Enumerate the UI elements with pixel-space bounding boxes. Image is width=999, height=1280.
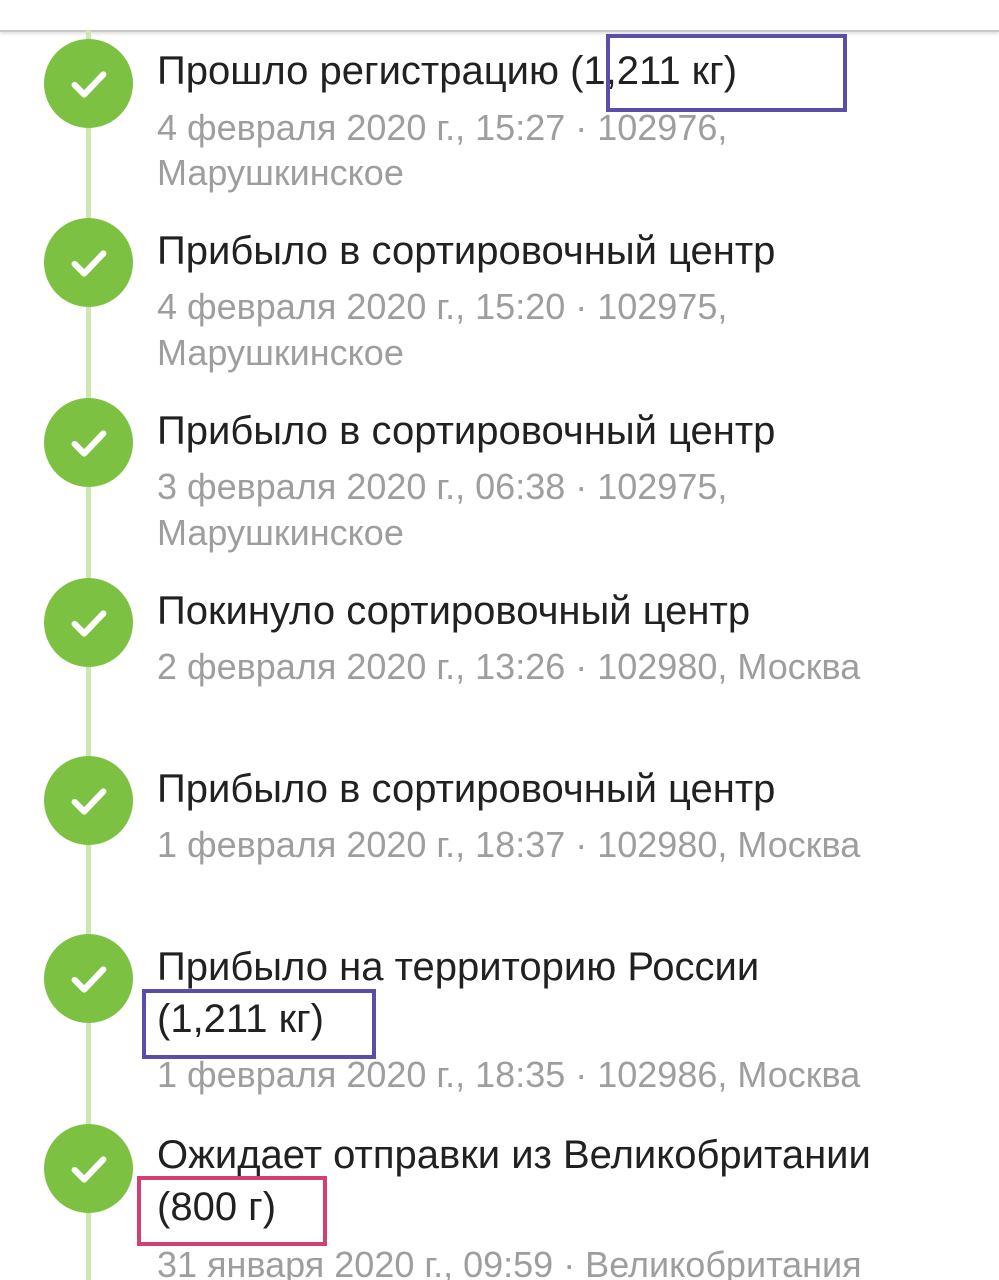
- event-date-location: 4 февраля 2020 г., 15:20 · 102975,: [157, 286, 728, 327]
- weight-highlight-box: [142, 989, 376, 1059]
- top-divider: [0, 0, 999, 32]
- check-icon: [44, 934, 133, 1023]
- check-icon: [44, 756, 133, 845]
- event-location: Марушкинское: [157, 152, 404, 193]
- event-title: Прибыло в сортировочный центр: [157, 229, 776, 273]
- event-title: Покинуло сортировочный центр: [157, 589, 751, 633]
- event-date-location: 31 января 2020 г., 09:59 · Великобритани…: [157, 1244, 862, 1280]
- check-icon: [44, 398, 133, 487]
- event-location: Марушкинское: [157, 332, 404, 373]
- check-icon: [44, 39, 133, 128]
- event-title: Прибыло на территорию России: [157, 945, 760, 989]
- weight-highlight-box: [137, 1176, 327, 1246]
- event-title: Прибыло в сортировочный центр: [157, 767, 776, 811]
- weight-highlight-box: [606, 34, 847, 112]
- event-date-location: 1 февраля 2020 г., 18:37 · 102980, Москв…: [157, 824, 861, 865]
- event-location: Марушкинское: [157, 512, 404, 553]
- event-title: Прибыло в сортировочный центр: [157, 409, 776, 453]
- check-icon: [44, 578, 133, 667]
- tracking-history-screen: Прошло регистрацию (1,211 кг) 4 февраля …: [0, 0, 999, 1280]
- event-date-location: 3 февраля 2020 г., 06:38 · 102975,: [157, 466, 728, 507]
- event-date-location: 2 февраля 2020 г., 13:26 · 102980, Москв…: [157, 646, 861, 687]
- event-title: Прошло регистрацию: [157, 49, 559, 93]
- check-icon: [44, 1124, 133, 1213]
- event-title: Ожидает отправки из Великобритании: [157, 1133, 871, 1177]
- check-icon: [44, 218, 133, 307]
